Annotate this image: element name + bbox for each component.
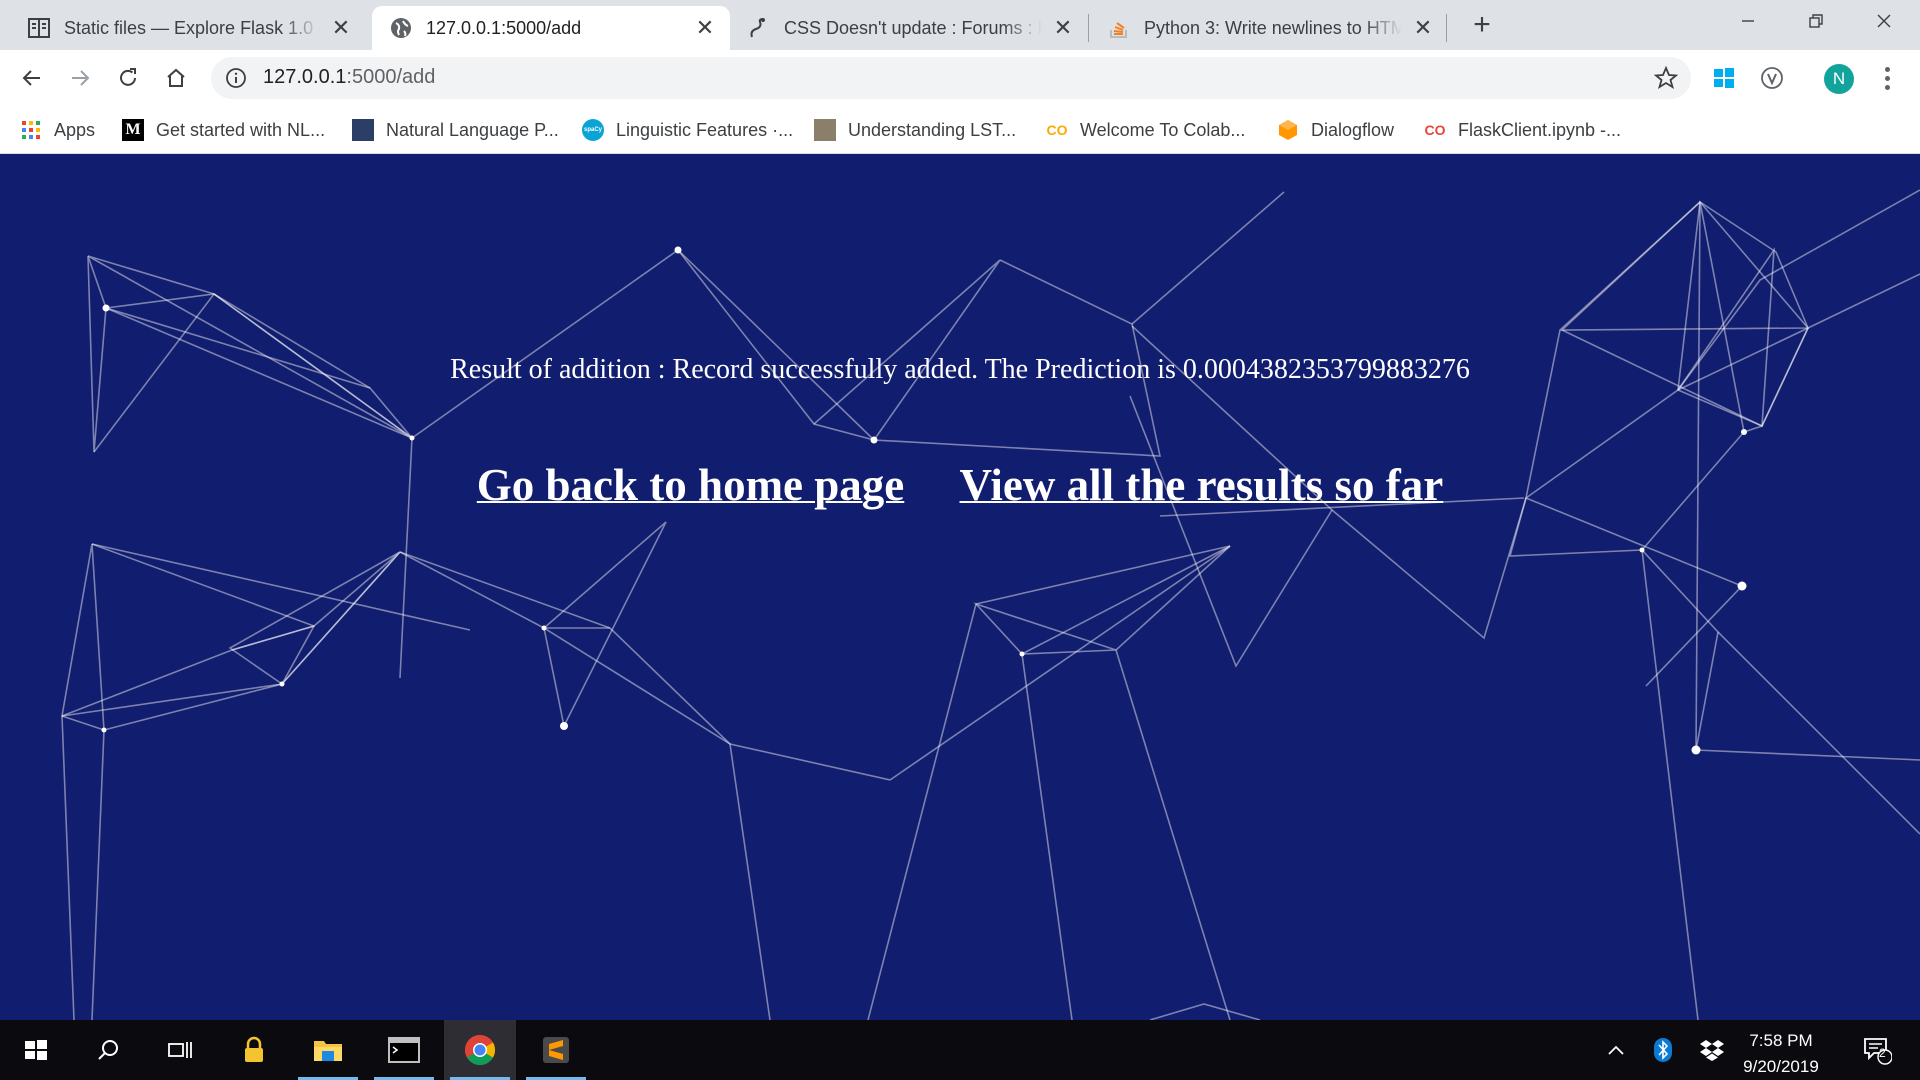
bookmark-flaskclient[interactable]: CO FlaskClient.ipynb -... [1424,118,1622,142]
bookmark-understanding-lstm[interactable]: Understanding LST... [814,118,1016,142]
tab-close-icon[interactable]: ✕ [692,15,718,41]
book-cover-icon [352,119,374,141]
nav-links: Go back to home page View all the result… [0,459,1920,511]
system-clock[interactable]: 7:58 PM 9/20/2019 [1726,1028,1836,1080]
padlock-app-icon[interactable] [218,1020,290,1080]
sublime-text-icon[interactable] [520,1020,592,1080]
tab-close-icon[interactable]: ✕ [328,15,354,41]
home-icon[interactable] [158,60,194,96]
task-view-icon[interactable] [144,1020,216,1080]
bookmarks-bar: Apps M Get started with NL... Natural La… [0,106,1920,154]
browser-toolbar: 127.0.0.1:5000/add N [0,50,1920,106]
globe-icon [390,17,412,39]
bookmark-star-icon[interactable] [1653,65,1679,91]
notification-count: 2 [1879,1046,1886,1060]
url-text: 127.0.0.1:5000/add [263,66,435,89]
search-icon[interactable] [72,1020,144,1080]
page-viewport: Result of addition : Record successfully… [0,154,1920,1020]
view-results-link[interactable]: View all the results so far [960,460,1444,510]
site-info-icon[interactable] [225,67,247,89]
bookmark-label: Dialogflow [1311,119,1395,140]
vimeo-extension-icon[interactable] [1756,62,1788,94]
medium-icon: M [122,119,144,141]
address-bar[interactable]: 127.0.0.1:5000/add [211,57,1691,99]
dialogflow-icon [1277,119,1299,141]
book-icon [28,17,50,39]
network-background-graphic [61,189,1920,1020]
tab-title: Static files — Explore Flask 1.0 documen… [64,17,320,38]
tab-title: Python 3: Write newlines to HTML - Stack… [1144,17,1402,38]
stackoverflow-icon [1108,17,1130,39]
notifications-icon[interactable]: 2 [1850,1020,1904,1080]
home-page-link[interactable]: Go back to home page [477,460,905,510]
bookmark-label: Get started with NL... [156,119,326,140]
bookmark-natural-language[interactable]: Natural Language P... [352,118,559,142]
colab-icon: CO [1046,122,1068,138]
windows-taskbar: 7:58 PM 9/20/2019 2 [0,1020,1920,1080]
tab-separator [1446,14,1447,42]
show-hidden-icons-chevron-icon[interactable] [1598,1020,1634,1080]
bookmark-label: Natural Language P... [386,119,559,140]
bookmark-label: Apps [54,119,96,140]
bookmark-linguistic-features[interactable]: spaCy Linguistic Features ·... [582,118,793,142]
bookmark-nlp-medium[interactable]: M Get started with NL... [122,118,325,142]
bluetooth-icon[interactable] [1646,1020,1680,1080]
close-window-icon[interactable] [1854,0,1914,42]
dropbox-icon[interactable] [1694,1020,1730,1080]
url-host: 127.0.0.1 [263,66,347,88]
forward-arrow-icon[interactable] [62,60,98,96]
minimize-icon[interactable] [1718,0,1778,42]
windows-extension-icon[interactable] [1708,62,1740,94]
file-explorer-icon[interactable] [292,1020,364,1080]
clock-time: 7:58 PM [1749,1031,1813,1050]
bookmark-dialogflow[interactable]: Dialogflow [1277,118,1394,142]
bookmark-colab-welcome[interactable]: CO Welcome To Colab... [1046,118,1246,142]
result-message: Result of addition : Record successfully… [450,354,1470,385]
spacy-icon: spaCy [582,119,604,141]
url-path: :5000/add [346,66,436,88]
bookmark-label: Linguistic Features ·... [616,119,794,140]
bookmark-label: Understanding LST... [848,119,1017,140]
tab-css-forum[interactable]: CSS Doesn't update : Forums : PythonAnyw… [730,6,1088,50]
tab-close-icon[interactable]: ✕ [1050,15,1076,41]
start-menu-icon[interactable] [0,1020,72,1080]
profile-avatar[interactable]: N [1824,64,1854,94]
tab-separator [1088,14,1089,42]
chrome-icon[interactable] [444,1020,516,1080]
bookmark-apps[interactable]: Apps [20,118,95,142]
tab-current[interactable]: 127.0.0.1:5000/add ✕ [372,6,730,50]
back-arrow-icon[interactable] [14,60,50,96]
clock-date: 9/20/2019 [1743,1057,1819,1076]
snake-icon [748,17,770,39]
thumbnail-icon [814,119,836,141]
reload-icon[interactable] [110,60,146,96]
command-prompt-icon[interactable] [368,1020,440,1080]
apps-grid-icon [20,119,42,141]
restore-icon[interactable] [1786,0,1846,42]
tab-stackoverflow[interactable]: Python 3: Write newlines to HTML - Stack… [1090,6,1448,50]
tab-title: 127.0.0.1:5000/add [426,17,582,38]
tab-close-icon[interactable]: ✕ [1410,15,1436,41]
tab-title: CSS Doesn't update : Forums : PythonAnyw… [784,17,1042,38]
browser-menu-icon[interactable] [1872,62,1902,94]
tab-static-files[interactable]: Static files — Explore Flask 1.0 documen… [10,6,366,50]
new-tab-button[interactable]: + [1466,10,1498,42]
bookmark-label: Welcome To Colab... [1080,119,1246,140]
colab-icon: CO [1424,122,1446,138]
bookmark-label: FlaskClient.ipynb -... [1458,119,1622,140]
tab-strip: Static files — Explore Flask 1.0 documen… [0,0,1920,50]
